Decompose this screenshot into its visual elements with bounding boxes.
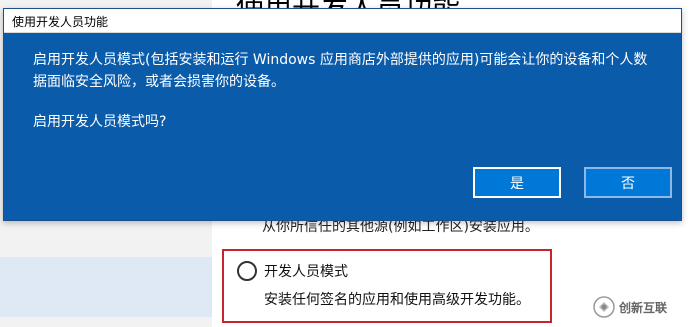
dev-mode-option[interactable]: 开发人员模式 安装任何签名的应用和使用高级开发功能。 <box>222 249 552 323</box>
dev-mode-label: 开发人员模式 <box>264 264 348 280</box>
no-button[interactable]: 否 <box>584 167 672 198</box>
yes-button[interactable]: 是 <box>473 167 561 198</box>
dev-mode-description: 安装任何签名的应用和使用高级开发功能。 <box>264 292 530 308</box>
watermark-text: 创新互联 <box>619 300 668 315</box>
watermark-logo-icon <box>593 296 615 318</box>
sidebar-selected-item[interactable] <box>0 257 212 317</box>
dialog-titlebar: 使用开发人员功能 <box>4 9 681 33</box>
dialog-title: 使用开发人员功能 <box>12 15 109 29</box>
dialog-question: 启用开发人员模式吗? <box>33 114 167 130</box>
dev-mode-radio[interactable] <box>237 261 257 281</box>
confirm-dialog: 使用开发人员功能 启用开发人员模式(包括安装和运行 Windows 应用商店外部… <box>3 8 682 221</box>
watermark: 创新互联 <box>593 292 667 322</box>
dialog-message: 启用开发人员模式(包括安装和运行 Windows 应用商店外部提供的应用)可能会… <box>33 52 648 90</box>
